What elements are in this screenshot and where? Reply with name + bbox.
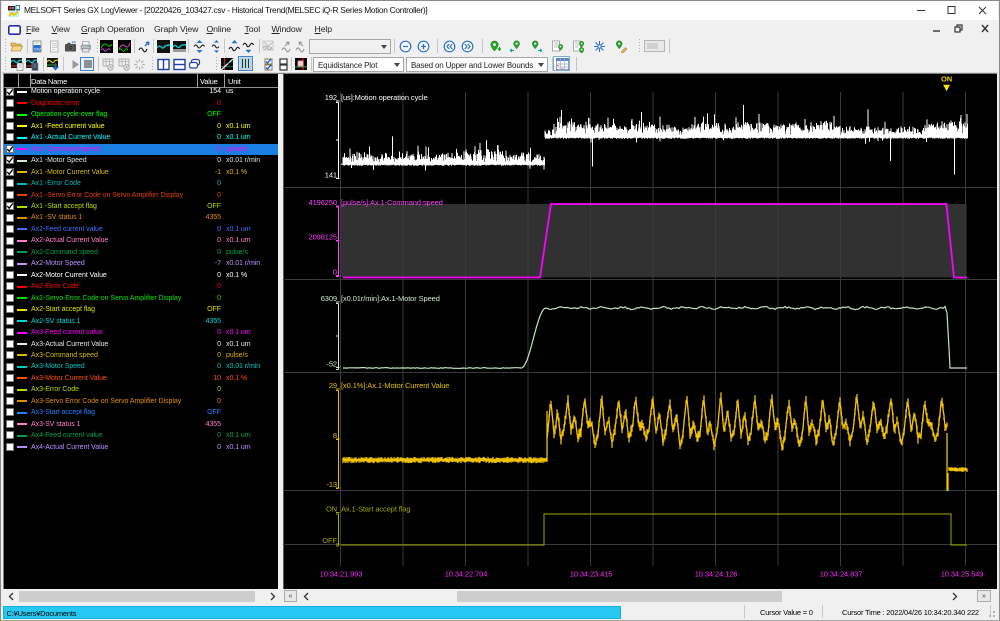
svg-text:OFF: OFF (322, 536, 337, 545)
svg-text:10:34:23.415: 10:34:23.415 (570, 570, 613, 579)
svg-text:-52: -52 (326, 359, 337, 368)
svg-text:192: 192 (325, 93, 337, 102)
svg-text:[x0.01r/min]:Ax.1-Motor Speed: [x0.01r/min]:Ax.1-Motor Speed (341, 294, 440, 303)
svg-text:2098125: 2098125 (309, 233, 338, 242)
svg-text:ON: ON (941, 75, 952, 84)
svg-text:[us]:Motion operation cycle: [us]:Motion operation cycle (341, 93, 428, 102)
svg-text:[pulse/s]:Ax.1-Command speed: [pulse/s]:Ax.1-Command speed (341, 198, 443, 207)
svg-text:10:34:24.126: 10:34:24.126 (695, 570, 738, 579)
svg-text:4196250: 4196250 (309, 198, 338, 207)
svg-text:10:34:21.993: 10:34:21.993 (320, 570, 363, 579)
svg-text:[x0.1%]:Ax.1-Motor Current Val: [x0.1%]:Ax.1-Motor Current Value (341, 381, 449, 390)
svg-text:10:34:24.837: 10:34:24.837 (820, 570, 863, 579)
svg-text:10:34:25.549: 10:34:25.549 (941, 570, 984, 579)
svg-text:29: 29 (329, 381, 337, 390)
svg-text:10:34:22.704: 10:34:22.704 (445, 570, 488, 579)
svg-text:Ax.1-Start accept flag: Ax.1-Start accept flag (341, 505, 411, 514)
svg-text:-13: -13 (326, 480, 337, 489)
svg-text:141: 141 (325, 170, 337, 179)
svg-text:6309: 6309 (321, 294, 337, 303)
svg-text:ON: ON (326, 505, 337, 514)
